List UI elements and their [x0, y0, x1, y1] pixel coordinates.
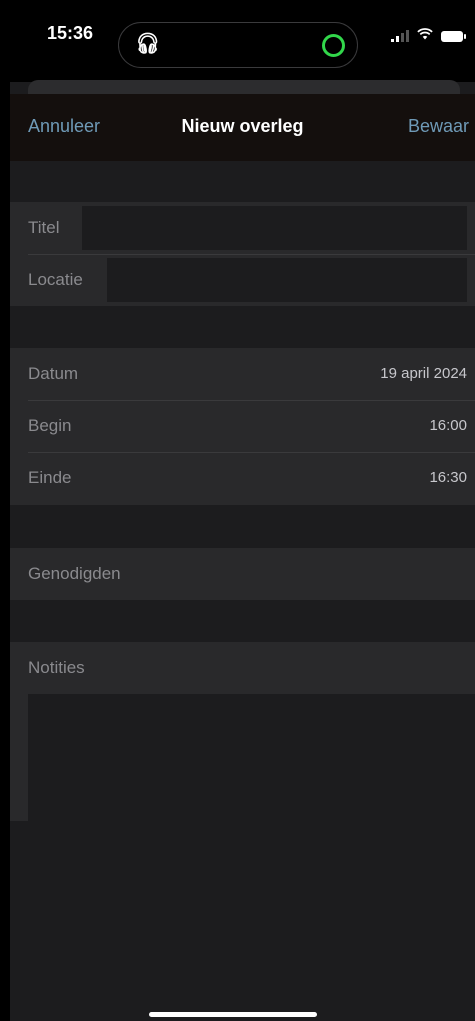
location-input[interactable] [107, 258, 467, 302]
notes-label: Notities [28, 658, 85, 677]
notes-textarea[interactable] [28, 694, 475, 821]
battery-icon [441, 30, 466, 42]
date-value: 19 april 2024 [380, 365, 467, 382]
date-label: Datum [28, 364, 79, 383]
dynamic-island[interactable]: 🎧︎ [118, 22, 358, 68]
notes-group: Notities [10, 642, 475, 821]
start-value: 16:00 [429, 417, 467, 434]
date-row[interactable]: Datum 19 april 2024 [10, 348, 475, 400]
title-label: Titel [28, 218, 60, 237]
status-icons [391, 28, 466, 44]
earbuds-icon: 🎧︎ [135, 33, 161, 55]
location-label: Locatie [28, 270, 83, 289]
end-label: Einde [28, 468, 72, 487]
cancel-button[interactable]: Annuleer [28, 116, 100, 137]
screen: 15:36 🎧︎ Annuleer Nieuw overleg Bewaar T… [10, 0, 475, 1021]
navigation-bar: Annuleer Nieuw overleg Bewaar [10, 94, 475, 161]
start-time-row[interactable]: Begin 16:00 [10, 400, 475, 452]
title-input[interactable] [82, 206, 467, 250]
title-row: Titel [10, 202, 475, 254]
invitees-row[interactable]: Genodigden [10, 548, 475, 600]
title-location-group: Titel Locatie [10, 202, 475, 306]
invitees-label: Genodigden [28, 564, 121, 583]
signal-icon [391, 30, 409, 42]
location-row: Locatie [10, 254, 475, 306]
status-time: 15:36 [47, 23, 94, 43]
save-button[interactable]: Bewaar [408, 116, 469, 137]
invitees-group: Genodigden [10, 548, 475, 600]
end-value: 16:30 [429, 469, 467, 486]
wifi-icon [417, 28, 433, 44]
end-time-row[interactable]: Einde 16:30 [10, 452, 475, 504]
home-indicator[interactable] [149, 1012, 317, 1017]
activity-indicator-icon [322, 34, 345, 57]
sheet-background [28, 80, 460, 94]
datetime-group: Datum 19 april 2024 Begin 16:00 Einde 16… [10, 348, 475, 505]
start-label: Begin [28, 416, 72, 435]
status-bar: 15:36 🎧︎ [10, 0, 475, 82]
